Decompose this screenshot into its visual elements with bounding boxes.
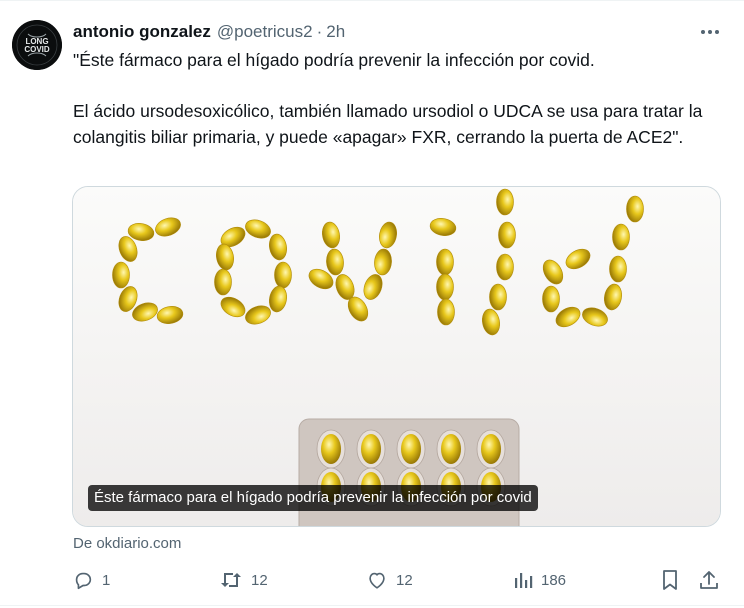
link-source[interactable]: De okdiario.com — [73, 535, 181, 552]
blister-capsule — [321, 434, 341, 464]
tweet-header: antonio gonzalez @poetricus2 · 2h — [73, 21, 345, 43]
bottom-divider — [0, 605, 744, 606]
reply-icon — [72, 569, 94, 591]
capsule — [542, 285, 560, 313]
author-handle[interactable]: @poetricus2 — [217, 22, 313, 42]
share-button[interactable] — [698, 566, 720, 594]
capsule — [214, 268, 232, 296]
retweet-count: 12 — [251, 571, 268, 589]
capsule — [112, 261, 130, 289]
media-caption: Éste fármaco para el hígado podría preve… — [88, 485, 538, 511]
capsule — [609, 255, 627, 283]
separator-dot: · — [316, 22, 323, 41]
capsule — [496, 253, 514, 281]
like-button[interactable]: 12 — [366, 566, 413, 594]
reply-count: 1 — [102, 571, 111, 589]
blister-capsule — [401, 434, 421, 464]
views-icon — [513, 570, 533, 590]
bookmark-icon — [660, 569, 680, 591]
capsule — [274, 261, 292, 289]
views-button[interactable]: 186 — [513, 566, 566, 594]
avatar[interactable]: LONG COVID — [12, 20, 62, 70]
media-image — [73, 187, 720, 526]
views-count: 186 — [541, 571, 567, 589]
tweet-media[interactable]: Éste fármaco para el hígado podría preve… — [72, 186, 721, 527]
bookmark-button[interactable] — [660, 566, 680, 594]
blister-capsule — [481, 434, 501, 464]
action-bar: 1 12 12 186 — [0, 566, 744, 594]
blister-capsule — [361, 434, 381, 464]
capsule — [612, 223, 630, 251]
reply-button[interactable]: 1 — [72, 566, 110, 594]
like-icon — [366, 569, 388, 591]
capsule — [489, 283, 507, 311]
share-icon — [698, 569, 720, 591]
tweet-time[interactable]: 2h — [326, 22, 345, 42]
capsule — [496, 188, 514, 216]
retweet-button[interactable]: 12 — [219, 566, 268, 594]
capsule — [437, 298, 455, 326]
tweet-text: "Éste fármaco para el hígado podría prev… — [73, 50, 703, 147]
capsule — [436, 248, 454, 276]
more-icon[interactable] — [698, 22, 722, 42]
author-name[interactable]: antonio gonzalez — [73, 22, 211, 42]
capsule — [498, 221, 516, 249]
capsule — [626, 195, 644, 223]
retweet-icon — [219, 569, 243, 591]
blister-capsule — [441, 434, 461, 464]
capsule — [436, 273, 454, 301]
like-count: 12 — [396, 571, 413, 589]
top-divider — [0, 0, 744, 1]
